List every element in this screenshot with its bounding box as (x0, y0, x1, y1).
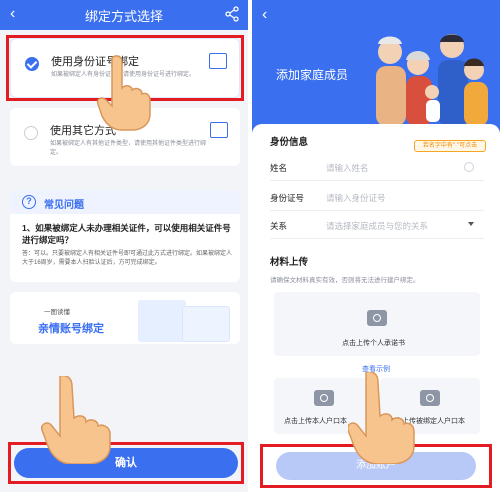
guide-banner[interactable]: 一图读懂 亲情账号绑定 (10, 292, 240, 344)
right-phone-screen: ‹ 添加家庭成员 身份信息 若名字中有"·"可点击 姓名 请输入姓名 身份证号 … (252, 0, 500, 492)
upload-label: 点击上传个人承诺书 (342, 340, 405, 347)
id-input[interactable]: 请输入身份证号 (326, 192, 386, 204)
name-input[interactable]: 请输入姓名 (326, 162, 369, 174)
faq-card: ? 常见问题 1、如果被绑定人未办理相关证件，可以使用相关证件号进行绑定吗？ 答… (10, 190, 240, 282)
back-icon[interactable]: ‹ (10, 5, 15, 23)
faq-question: 1、如果被绑定人未办理相关证件，可以使用相关证件号进行绑定吗？ (22, 223, 231, 245)
upload-label: 点击上传本人户口本 (284, 418, 347, 425)
divider (270, 180, 484, 181)
relation-label: 关系 (270, 221, 288, 231)
banner-small-text: 一图读懂 (44, 309, 70, 316)
section-title-identity: 身份信息 (270, 137, 309, 148)
id-label: 身份证号 (270, 193, 305, 203)
banner-title: 亲情账号绑定 (38, 323, 104, 335)
back-icon[interactable]: ‹ (262, 6, 267, 24)
section-title-material: 材料上传 (270, 257, 309, 268)
left-phone-screen: ‹ 绑定方式选择 使用身份证号绑定 如果被绑定人有身份证号，请使用身份证号进行绑… (0, 0, 248, 492)
pointing-hand-icon (348, 372, 415, 464)
faq-title: 常见问题 (44, 200, 84, 211)
camera-icon (367, 310, 387, 326)
divider (270, 210, 484, 211)
option-desc: 如果被绑定人有其他证件类型，请使用其他证件类型进行绑定。 (50, 141, 207, 156)
family-illustration (376, 34, 488, 126)
middle-dot-tip[interactable]: 若名字中有"·"可点击 (414, 140, 486, 152)
faq-header: ? 常见问题 (10, 190, 240, 214)
divider (270, 238, 484, 239)
page-title: 绑定方式选择 (84, 8, 163, 24)
question-icon: ? (22, 195, 36, 209)
upload-commitment[interactable]: 点击上传个人承诺书 (274, 292, 480, 356)
banner-phone-illustration (138, 300, 186, 342)
camera-icon (420, 390, 440, 406)
page-title: 添加家庭成员 (276, 68, 349, 82)
middle-dot-button[interactable] (464, 162, 474, 172)
relation-select[interactable]: 请选择家庭成员与您的关系 (326, 220, 428, 232)
left-top-bar: ‹ 绑定方式选择 (0, 0, 248, 30)
share-icon[interactable] (224, 6, 240, 22)
faq-answer: 答：可以。只要被绑定人有相关证件号即可通过此方式进行绑定。如果被绑定人大于16周… (22, 251, 233, 266)
banner-screen-illustration (182, 306, 230, 342)
name-label: 姓名 (270, 163, 288, 173)
dropdown-caret-icon[interactable] (468, 222, 474, 226)
camera-icon (314, 390, 334, 406)
material-hint: 请确保文材料真实有效，否则将无法进行建户绑定。 (270, 277, 420, 284)
pointing-hand-icon (96, 55, 151, 131)
document-icon (210, 122, 228, 138)
pointing-hand-icon (40, 376, 111, 464)
radio-unchecked-icon[interactable] (24, 126, 38, 140)
